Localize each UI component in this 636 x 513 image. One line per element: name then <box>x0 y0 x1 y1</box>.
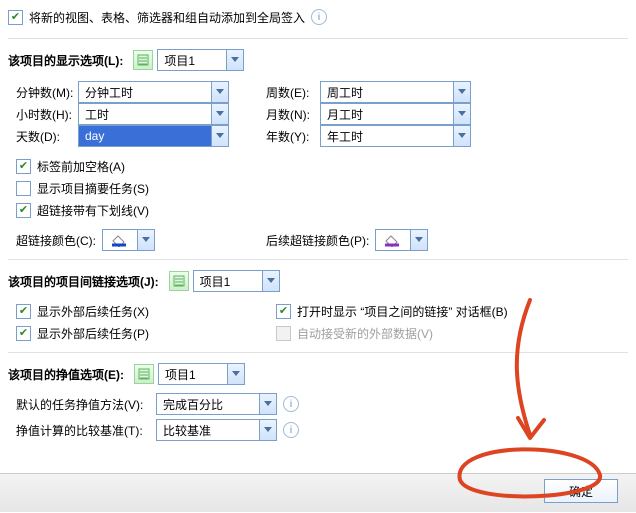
months-select[interactable]: 月工时 <box>320 103 471 125</box>
show-links-dialog-checkbox[interactable] <box>276 304 291 319</box>
chevron-down-icon <box>453 82 470 102</box>
chevron-down-icon <box>227 364 244 384</box>
ok-button[interactable]: 确定 <box>544 479 618 503</box>
months-value: 月工时 <box>321 106 453 123</box>
space-before-label-checkbox[interactable] <box>16 159 31 174</box>
followed-hyperlink-color-label: 后续超链接颜色(P): <box>266 232 369 249</box>
chevron-down-icon <box>259 394 276 414</box>
chevron-down-icon <box>226 50 243 70</box>
chevron-down-icon <box>211 126 228 146</box>
ev-project-select[interactable]: 项目1 <box>158 363 245 385</box>
days-label: 天数(D): <box>16 128 78 145</box>
weeks-value: 周工时 <box>321 84 453 101</box>
hours-select[interactable]: 工时 <box>78 103 229 125</box>
auto-add-checkbox[interactable] <box>8 10 23 25</box>
auto-accept-new-label: 自动接受新的外部数据(V) <box>297 325 433 342</box>
followed-hyperlink-color-select[interactable] <box>375 229 428 251</box>
info-icon[interactable]: i <box>283 396 299 412</box>
underline-hyperlinks-label: 超链接带有下划线(V) <box>37 202 149 219</box>
chevron-down-icon <box>453 104 470 124</box>
baseline-select[interactable]: 比较基准 <box>156 419 277 441</box>
default-method-value: 完成百分比 <box>157 396 259 413</box>
default-method-select[interactable]: 完成百分比 <box>156 393 277 415</box>
display-project-select[interactable]: 项目1 <box>157 49 244 71</box>
days-select[interactable]: day <box>78 125 229 147</box>
underline-hyperlinks-checkbox[interactable] <box>16 203 31 218</box>
display-options-section-label: 该项目的显示选项(L): <box>8 52 123 69</box>
weeks-label: 周数(E): <box>266 84 320 101</box>
crossproject-project-select[interactable]: 项目1 <box>193 270 280 292</box>
project-icon <box>133 50 153 70</box>
years-value: 年工时 <box>321 128 453 145</box>
crossproject-project-value: 项目1 <box>194 273 262 290</box>
show-ext-predecessors-checkbox[interactable] <box>16 326 31 341</box>
hyperlink-color-label: 超链接颜色(C): <box>16 232 96 249</box>
auto-add-label: 将新的视图、表格、筛选器和组自动添加到全局签入 <box>29 9 305 26</box>
show-ext-predecessors-label: 显示外部后续任务(P) <box>37 325 149 342</box>
footer-bar <box>0 473 636 512</box>
earned-value-section-label: 该项目的挣值选项(E): <box>8 366 124 383</box>
project-icon <box>134 364 154 384</box>
years-select[interactable]: 年工时 <box>320 125 471 147</box>
days-value: day <box>79 129 211 143</box>
hours-label: 小时数(H): <box>16 106 78 123</box>
show-summary-tasks-label: 显示项目摘要任务(S) <box>37 180 149 197</box>
minutes-label: 分钟数(M): <box>16 84 78 101</box>
info-icon[interactable]: i <box>311 9 327 25</box>
chevron-down-icon <box>211 104 228 124</box>
minutes-value: 分钟工时 <box>79 84 211 101</box>
show-ext-successors-label: 显示外部后续任务(X) <box>37 303 149 320</box>
default-method-label: 默认的任务挣值方法(V): <box>16 396 156 413</box>
chevron-down-icon <box>262 271 279 291</box>
ok-button-label: 确定 <box>569 483 593 500</box>
chevron-down-icon <box>137 230 154 250</box>
baseline-label: 挣值计算的比较基准(T): <box>16 422 156 439</box>
space-before-label-label: 标签前加空格(A) <box>37 158 125 175</box>
weeks-select[interactable]: 周工时 <box>320 81 471 103</box>
display-project-value: 项目1 <box>158 52 226 69</box>
paint-bucket-icon <box>380 232 406 248</box>
hyperlink-color-select[interactable] <box>102 229 155 251</box>
months-label: 月数(N): <box>266 106 320 123</box>
paint-bucket-icon <box>107 232 133 248</box>
baseline-value: 比较基准 <box>157 422 259 439</box>
chevron-down-icon <box>259 420 276 440</box>
hours-value: 工时 <box>79 106 211 123</box>
project-icon <box>169 271 189 291</box>
chevron-down-icon <box>410 230 427 250</box>
info-icon[interactable]: i <box>283 422 299 438</box>
show-summary-tasks-checkbox[interactable] <box>16 181 31 196</box>
crossproject-section-label: 该项目的项目间链接选项(J): <box>8 273 159 290</box>
chevron-down-icon <box>211 82 228 102</box>
auto-accept-new-checkbox <box>276 326 291 341</box>
years-label: 年数(Y): <box>266 128 320 145</box>
minutes-select[interactable]: 分钟工时 <box>78 81 229 103</box>
chevron-down-icon <box>453 126 470 146</box>
ev-project-value: 项目1 <box>159 366 227 383</box>
show-links-dialog-label: 打开时显示 “项目之间的链接” 对话框(B) <box>297 303 508 320</box>
show-ext-successors-checkbox[interactable] <box>16 304 31 319</box>
